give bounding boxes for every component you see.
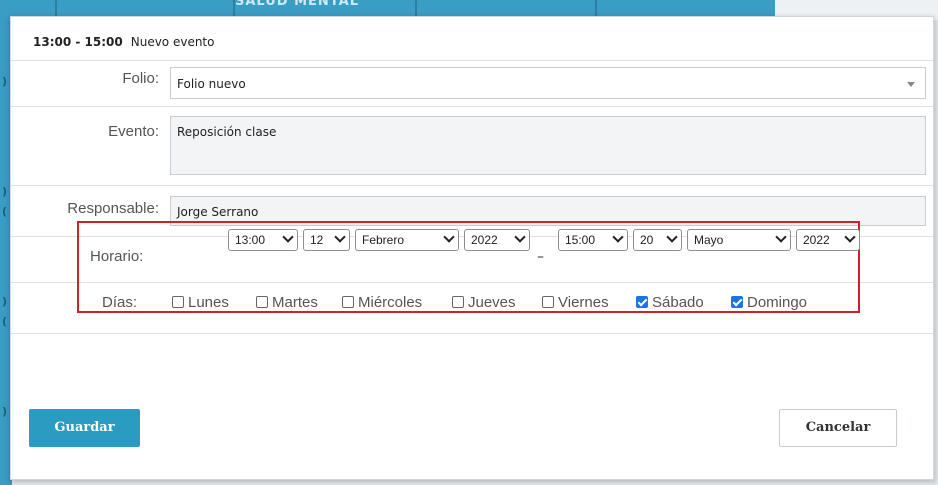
day-checkbox-5[interactable]: Sábado <box>636 294 704 311</box>
day-label: Sábado <box>652 294 704 311</box>
checkbox-unchecked-icon[interactable] <box>256 296 268 308</box>
evento-value: Reposición clase <box>177 125 277 139</box>
end-year-value: 2022 <box>803 233 830 247</box>
day-label: Lunes <box>188 294 229 311</box>
checkbox-unchecked-icon[interactable] <box>342 296 354 308</box>
start-day-select[interactable]: 12 <box>303 229 350 251</box>
cancel-button[interactable]: Cancelar <box>779 409 897 447</box>
dialog-title-text: Nuevo evento <box>130 35 215 49</box>
chevron-down-icon <box>282 231 294 243</box>
divider <box>11 185 933 186</box>
end-month-select[interactable]: Mayo <box>687 229 791 251</box>
end-month-value: Mayo <box>694 233 724 247</box>
responsable-value: Jorge Serrano <box>177 205 259 219</box>
divider <box>11 333 933 334</box>
day-checkbox-1[interactable]: Martes <box>256 294 318 311</box>
evento-label: Evento: <box>108 123 159 140</box>
day-label: Jueves <box>468 294 516 311</box>
chevron-down-icon <box>443 231 455 243</box>
day-checkbox-0[interactable]: Lunes <box>172 294 229 311</box>
end-day-value: 20 <box>640 233 654 247</box>
save-button[interactable]: Guardar <box>29 409 140 447</box>
start-month-select[interactable]: Febrero <box>355 229 459 251</box>
checkbox-unchecked-icon[interactable] <box>452 296 464 308</box>
start-month-value: Febrero <box>362 233 405 247</box>
day-checkbox-2[interactable]: Miércoles <box>342 294 422 311</box>
day-label: Viernes <box>558 294 609 311</box>
start-time-select[interactable]: 13:00 <box>228 229 298 251</box>
day-checkbox-6[interactable]: Domingo <box>731 294 807 311</box>
start-year-select[interactable]: 2022 <box>464 229 530 251</box>
evento-textarea[interactable]: Reposición clase <box>170 116 926 175</box>
event-time-range: 13:00 - 15:00 <box>33 35 123 49</box>
date-range-separator: – <box>537 249 544 265</box>
day-checkbox-4[interactable]: Viernes <box>542 294 609 311</box>
day-checkbox-3[interactable]: Jueves <box>452 294 516 311</box>
dialog-title: 13:00 - 15:00 Nuevo evento <box>33 35 214 49</box>
checkbox-checked-icon[interactable] <box>636 296 648 308</box>
horario-label: Horario: <box>90 248 144 265</box>
folio-select[interactable]: Folio nuevo <box>170 67 926 99</box>
day-label: Miércoles <box>358 294 423 311</box>
chevron-down-icon <box>334 231 346 243</box>
responsable-label: Responsable: <box>67 200 159 217</box>
end-year-select[interactable]: 2022 <box>796 229 860 251</box>
chevron-down-icon <box>844 231 856 243</box>
chevron-down-icon <box>907 82 915 87</box>
end-time-select[interactable]: 15:00 <box>558 229 628 251</box>
chevron-down-icon <box>775 231 787 243</box>
divider <box>11 106 933 107</box>
dias-label: Días: <box>102 294 138 311</box>
checkbox-unchecked-icon[interactable] <box>172 296 184 308</box>
day-label: Domingo <box>747 294 808 311</box>
calendar-event-label: SALUD MENTAL <box>235 0 360 9</box>
chevron-down-icon <box>514 231 526 243</box>
folio-label: Folio: <box>122 70 159 87</box>
checkbox-checked-icon[interactable] <box>731 296 743 308</box>
checkbox-unchecked-icon[interactable] <box>542 296 554 308</box>
divider <box>11 60 933 61</box>
start-day-value: 12 <box>310 233 324 247</box>
end-day-select[interactable]: 20 <box>633 229 682 251</box>
start-year-value: 2022 <box>471 233 498 247</box>
day-label: Martes <box>272 294 318 311</box>
chevron-down-icon <box>612 231 624 243</box>
chevron-down-icon <box>666 231 678 243</box>
folio-select-value: Folio nuevo <box>177 77 246 91</box>
end-time-value: 15:00 <box>565 233 596 247</box>
start-time-value: 13:00 <box>235 233 266 247</box>
